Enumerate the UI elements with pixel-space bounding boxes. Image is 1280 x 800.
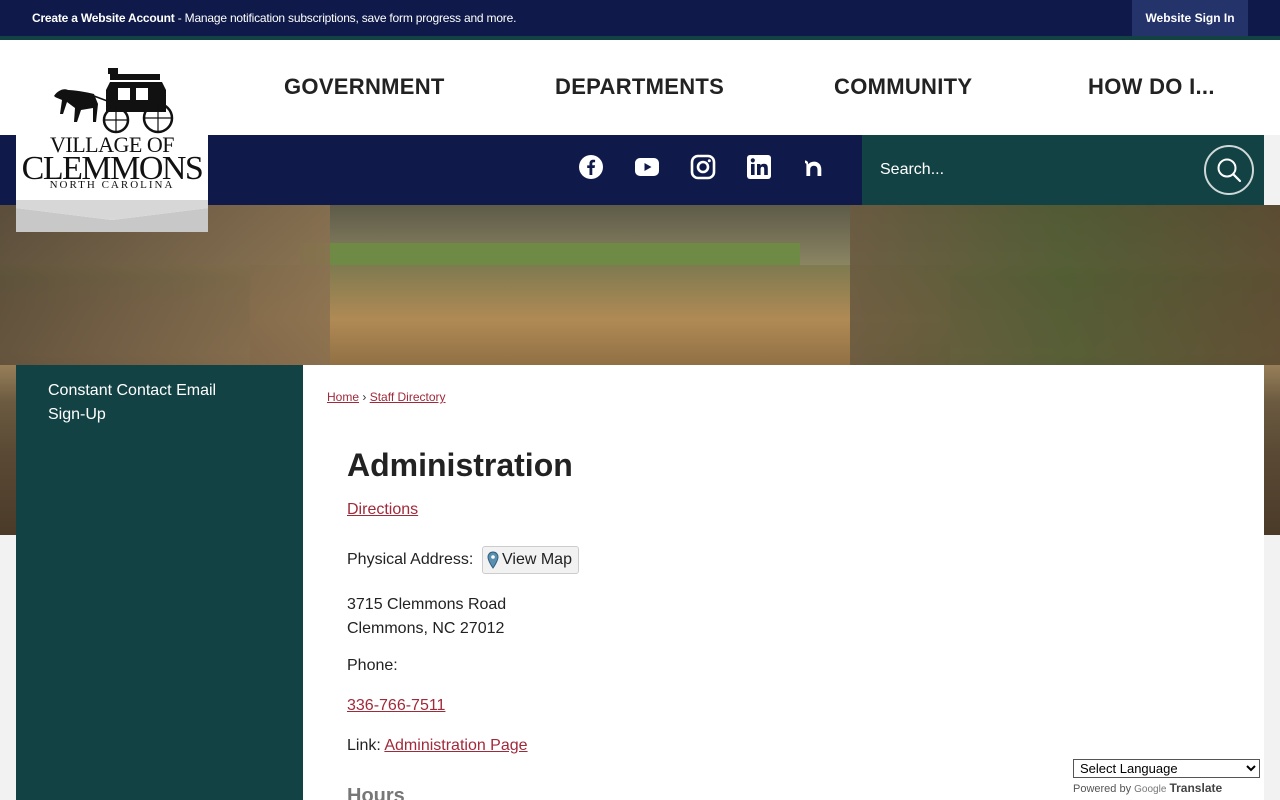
physical-address-label: Physical Address: — [347, 551, 474, 568]
top-bar: Create a Website Account - Manage notifi… — [0, 0, 1280, 36]
hours-heading: Hours — [347, 785, 405, 800]
phone-label: Phone: — [347, 657, 398, 674]
nav-how-do-i[interactable]: HOW DO I... — [1088, 74, 1215, 100]
stagecoach-icon — [54, 68, 174, 134]
link-row: Link: Administration Page — [347, 737, 528, 755]
breadcrumb-home[interactable]: Home — [327, 390, 359, 404]
village-logo[interactable]: VILLAGE OF CLEMMONS NORTH CAROLINA — [16, 40, 208, 232]
language-select[interactable]: Select Language — [1073, 759, 1260, 778]
powered-by-google-translate: Powered by Google Translate — [1073, 781, 1260, 795]
address-line1: 3715 Clemmons Road — [347, 596, 507, 613]
administration-page-link[interactable]: Administration Page — [384, 737, 527, 754]
translate-link[interactable]: Translate — [1169, 781, 1222, 795]
page-title: Administration — [347, 447, 573, 483]
google-translate-widget: Select Language Powered by Google Transl… — [1073, 759, 1260, 795]
search-box — [862, 135, 1264, 205]
breadcrumb: Home › Staff Directory — [327, 390, 446, 404]
breadcrumb-separator: › — [362, 390, 367, 404]
map-pin-icon — [487, 551, 499, 569]
hero-right-woods — [850, 205, 1280, 365]
view-map-label: View Map — [502, 551, 572, 568]
nextdoor-icon[interactable] — [801, 153, 829, 181]
nav-departments[interactable]: DEPARTMENTS — [555, 74, 724, 100]
link-label: Link: — [347, 737, 381, 754]
hero-pond — [250, 265, 950, 375]
search-input[interactable] — [874, 153, 1194, 187]
search-button[interactable] — [1204, 145, 1254, 195]
instagram-icon[interactable] — [689, 153, 717, 181]
breadcrumb-staff-directory[interactable]: Staff Directory — [370, 390, 446, 404]
create-account-tagline: - Manage notification subscriptions, sav… — [174, 11, 517, 25]
main-content: Home › Staff Directory Administration Di… — [303, 365, 1264, 800]
directions-link[interactable]: Directions — [347, 501, 418, 519]
sidebar: Constant Contact Email Sign-Up — [16, 365, 303, 800]
view-map-button[interactable]: View Map — [482, 546, 579, 574]
create-account-link[interactable]: Create a Website Account — [32, 11, 175, 25]
nav-community[interactable]: COMMUNITY — [834, 74, 972, 100]
linkedin-icon[interactable] — [745, 153, 773, 181]
constant-contact-signup-link[interactable]: Constant Contact Email Sign-Up — [48, 379, 248, 427]
google-logo: Google — [1134, 784, 1167, 795]
search-icon — [1217, 158, 1242, 183]
hero-lawn — [300, 243, 800, 265]
address: 3715 Clemmons Road Clemmons, NC 27012 — [347, 593, 506, 641]
nav-government[interactable]: GOVERNMENT — [284, 74, 445, 100]
phone-link[interactable]: 336-766-7511 — [347, 697, 445, 715]
youtube-icon[interactable] — [633, 153, 661, 181]
logo-line3: NORTH CAROLINA — [49, 179, 175, 191]
facebook-icon[interactable] — [577, 153, 605, 181]
powered-by-label: Powered by — [1073, 783, 1132, 795]
website-sign-in-button[interactable]: Website Sign In — [1132, 0, 1248, 36]
create-account-banner[interactable]: Create a Website Account - Manage notifi… — [32, 11, 516, 25]
logo-chevron — [16, 200, 208, 232]
address-line2: Clemmons, NC 27012 — [347, 620, 505, 637]
